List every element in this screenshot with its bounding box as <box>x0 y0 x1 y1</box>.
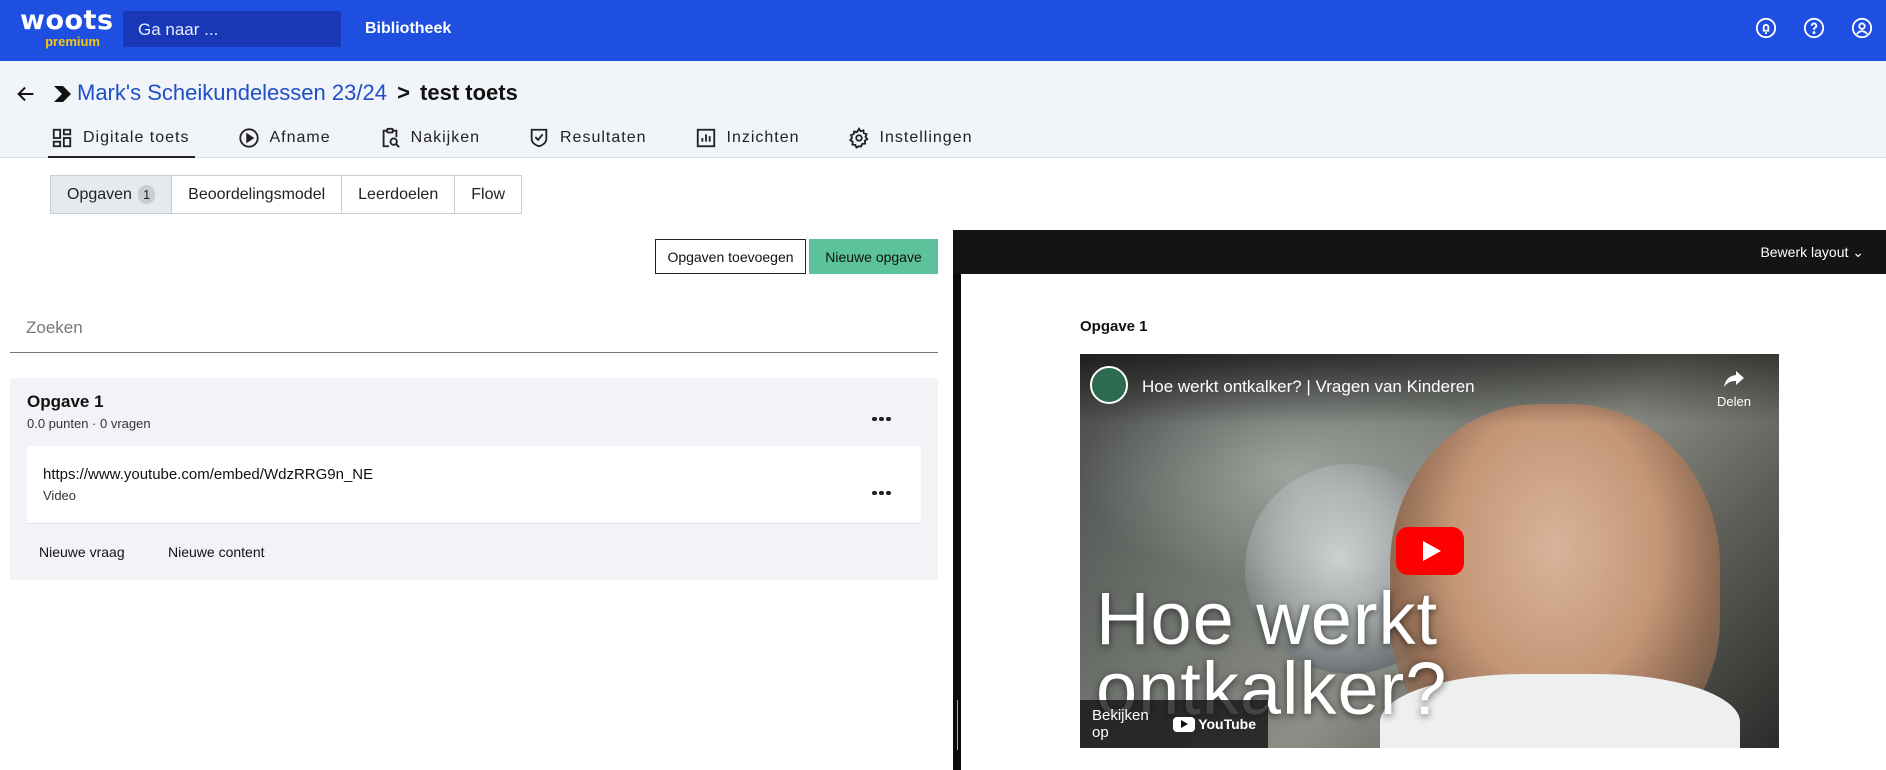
page-title: test toets <box>420 80 518 105</box>
page-header: Mark's Scheikundelessen 23/24 > test toe… <box>0 61 1886 158</box>
bar-chart-icon <box>696 128 715 147</box>
back-arrow-icon[interactable] <box>15 83 37 105</box>
exercise-title[interactable]: Opgave 1 <box>27 392 104 412</box>
search-input[interactable]: Zoeken <box>10 308 938 353</box>
tab-instellingen[interactable]: Instellingen <box>847 117 974 158</box>
notifications-icon[interactable] <box>1755 17 1777 39</box>
youtube-logo: YouTube <box>1173 716 1256 732</box>
share-label: Delen <box>1717 394 1751 409</box>
tab-nakijken[interactable]: Nakijken <box>378 117 481 158</box>
goto-search-input[interactable]: Ga naar ... <box>123 11 341 47</box>
exercise-meta: 0.0 punten · 0 vragen <box>27 416 151 431</box>
channel-avatar[interactable] <box>1090 366 1128 404</box>
edit-layout-dropdown[interactable]: Bewerk layout ⌄ <box>1760 244 1864 261</box>
video-title[interactable]: Hoe werkt ontkalker? | Vragen van Kinder… <box>1142 377 1475 397</box>
watch-on-youtube-button[interactable]: Bekijken op YouTube <box>1080 700 1268 748</box>
tab-afname[interactable]: Afname <box>237 117 332 158</box>
subtab-flow[interactable]: Flow <box>455 176 521 213</box>
subtab-beoordelingsmodel[interactable]: Beoordelingsmodel <box>172 176 343 213</box>
tab-label: Instellingen <box>879 128 973 146</box>
edit-layout-label: Bewerk layout <box>1760 244 1849 260</box>
play-circle-icon <box>238 127 259 148</box>
tab-digitale-toets[interactable]: Digitale toets <box>48 117 194 158</box>
subtab-label: Opgaven <box>67 185 132 203</box>
watch-label: Bekijken op <box>1092 707 1149 741</box>
add-exercises-button[interactable]: Opgaven toevoegen <box>655 239 806 274</box>
subtab-opgaven[interactable]: Opgaven 1 <box>51 176 173 213</box>
tab-label: Resultaten <box>560 128 647 146</box>
panel-divider[interactable] <box>953 230 961 770</box>
top-navigation-bar: woots premium Ga naar ... Bibliotheek <box>0 0 1886 61</box>
subtab-label: Leerdoelen <box>358 185 439 203</box>
subtab-label: Beoordelingsmodel <box>188 185 326 203</box>
subtab-leerdoelen[interactable]: Leerdoelen <box>342 176 456 213</box>
test-type-icon <box>54 86 71 102</box>
resize-handle[interactable] <box>957 700 958 750</box>
tab-label: Inzichten <box>726 128 800 146</box>
exercise-more-icon[interactable] <box>872 408 896 421</box>
content-type: Video <box>43 488 77 503</box>
logo-sub: premium <box>45 34 100 49</box>
youtube-label: YouTube <box>1198 716 1256 732</box>
count-badge: 1 <box>137 185 156 204</box>
new-exercise-button[interactable]: Nieuwe opgave <box>809 239 938 274</box>
share-button[interactable]: Delen <box>1713 366 1755 409</box>
clipboard-search-icon <box>382 127 400 148</box>
play-button-icon[interactable] <box>1396 527 1464 575</box>
overlay-line-1: Hoe werkt <box>1096 577 1439 660</box>
subtab-label: Flow <box>471 185 506 203</box>
new-content-button[interactable]: Nieuwe content <box>168 544 265 560</box>
content-more-icon[interactable] <box>872 482 896 495</box>
preview-exercise-title: Opgave 1 <box>1080 318 1148 335</box>
new-question-button[interactable]: Nieuwe vraag <box>39 544 125 560</box>
preview-toolbar: Bewerk layout ⌄ <box>953 230 1886 274</box>
gear-icon <box>848 126 869 149</box>
tab-label: Afname <box>269 128 331 146</box>
logo-word: woots <box>20 5 114 36</box>
chevron-down-icon: ⌄ <box>1852 244 1864 260</box>
woots-logo[interactable]: woots premium <box>20 5 114 49</box>
content-url: https://www.youtube.com/embed/WdzRRG9n_N… <box>43 466 374 483</box>
subtabs: Opgaven 1 Beoordelingsmodel Leerdoelen F… <box>50 175 523 214</box>
library-link[interactable]: Bibliotheek <box>365 20 451 38</box>
tab-label: Nakijken <box>410 128 480 146</box>
tab-resultaten[interactable]: Resultaten <box>527 117 648 158</box>
tab-inzichten[interactable]: Inzichten <box>694 117 801 158</box>
breadcrumb-course-link[interactable]: Mark's Scheikundelessen 23/24 <box>77 80 387 105</box>
help-icon[interactable] <box>1803 17 1825 39</box>
account-icon[interactable] <box>1851 17 1873 39</box>
youtube-video-embed[interactable]: Hoe werkt ontkalker? | Vragen van Kinder… <box>1080 354 1779 748</box>
grid-icon <box>52 128 72 147</box>
breadcrumb-separator: > <box>397 80 410 105</box>
main-tabs: Digitale toets Afname Nakijken Resultate… <box>48 117 1020 158</box>
exercise-card: Opgave 1 0.0 punten · 0 vragen https://w… <box>10 378 938 580</box>
youtube-play-icon <box>1173 716 1196 732</box>
badge-check-icon <box>530 128 548 147</box>
breadcrumb: Mark's Scheikundelessen 23/24 > test toe… <box>77 80 518 106</box>
share-icon <box>1724 371 1744 387</box>
tab-label: Digitale toets <box>83 128 190 146</box>
content-item[interactable]: https://www.youtube.com/embed/WdzRRG9n_N… <box>27 446 921 524</box>
